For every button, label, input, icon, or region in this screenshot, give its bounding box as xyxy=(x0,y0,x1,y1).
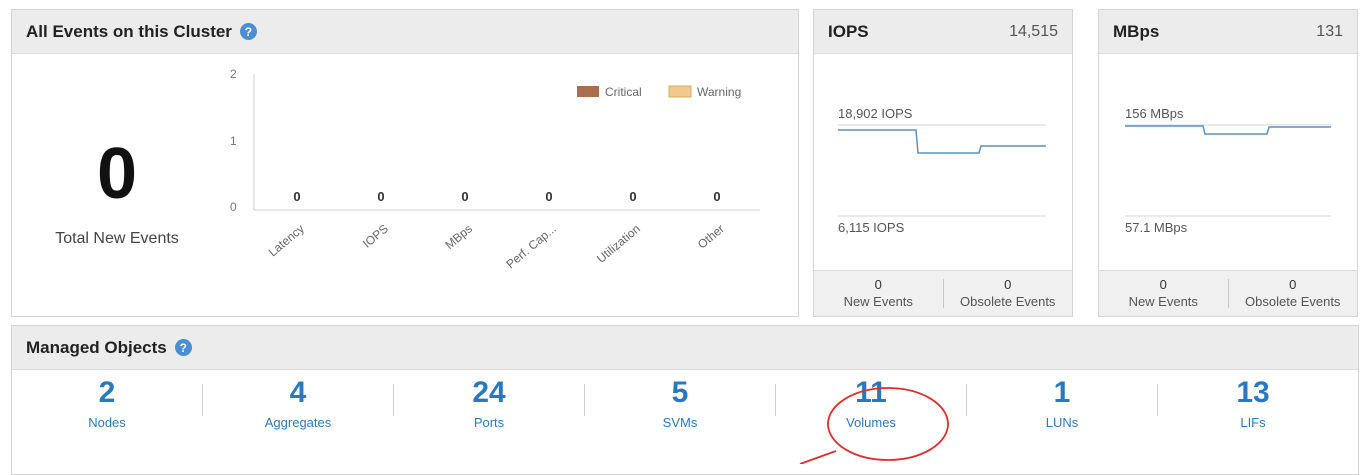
object-label: Nodes xyxy=(88,415,126,430)
category-value: 0 xyxy=(713,189,720,204)
mbps-upper-label: 156 MBps xyxy=(1125,106,1184,121)
iops-footer: 0 New Events 0 Obsolete Events xyxy=(814,270,1072,316)
managed-objects-title: Managed Objects xyxy=(26,337,167,357)
object-count: 11 xyxy=(855,376,887,409)
category-group: 0 Latency 0 IOPS 0 MBps 0 Perf. Cap... 0 Utilizat… xyxy=(266,189,727,271)
category-label: Utilization xyxy=(594,222,643,266)
category-value: 0 xyxy=(377,189,384,204)
managed-objects-panel: Managed Objects ? 2 Nodes 4 Aggregates 2… xyxy=(11,325,1359,475)
iops-panel: IOPS 14,515 18,902 IOPS 6,115 IOPS 0 New… xyxy=(813,9,1073,317)
mbps-new-events-count: 0 xyxy=(1159,276,1167,292)
category-label: Other xyxy=(695,222,727,252)
managed-objects-header: Managed Objects ? xyxy=(12,326,1358,370)
object-label: Volumes xyxy=(846,415,896,430)
y-tick-label: 1 xyxy=(230,134,237,148)
iops-upper-label: 18,902 IOPS xyxy=(838,106,913,121)
mbps-new-events[interactable]: 0 New Events xyxy=(1099,276,1229,309)
iops-sparkline xyxy=(838,129,1046,154)
mbps-sparkline xyxy=(1125,125,1331,135)
object-count: 13 xyxy=(1236,376,1270,409)
mbps-footer: 0 New Events 0 Obsolete Events xyxy=(1099,270,1357,316)
category-label: MBps xyxy=(442,222,475,252)
mbps-lower-label: 57.1 MBps xyxy=(1125,220,1188,235)
help-icon[interactable]: ? xyxy=(174,339,192,356)
object-label: SVMs xyxy=(662,415,698,430)
managed-object-nodes[interactable]: 2 Nodes xyxy=(12,376,202,430)
legend-swatch-critical xyxy=(577,86,599,97)
category-label: Perf. Cap... xyxy=(503,222,559,272)
iops-obsolete-events-count: 0 xyxy=(1004,276,1012,292)
managed-object-svms[interactable]: 5 SVMs xyxy=(585,376,775,430)
category-label: Latency xyxy=(266,222,307,260)
iops-header: IOPS 14,515 xyxy=(814,10,1072,54)
legend-label-critical: Critical xyxy=(605,85,642,99)
object-count: 5 xyxy=(671,376,689,409)
object-label: LIFs xyxy=(1240,415,1266,430)
mbps-header: MBps 131 xyxy=(1099,10,1357,54)
mbps-sparkline-chart: 156 MBps 57.1 MBps xyxy=(1125,106,1331,235)
iops-obsolete-events-label: Obsolete Events xyxy=(960,293,1056,309)
object-label: Ports xyxy=(473,415,505,430)
iops-title: IOPS xyxy=(828,21,869,41)
iops-lower-label: 6,115 IOPS xyxy=(838,220,905,235)
events-panel: All Events on this Cluster ? 0 Total New… xyxy=(11,9,799,317)
mbps-obsolete-events-label: Obsolete Events xyxy=(1245,293,1341,309)
mbps-value: 131 xyxy=(1316,22,1343,40)
managed-objects-row: 2 Nodes 4 Aggregates 24 Ports 5 SVMs 11 … xyxy=(12,376,1358,430)
mbps-obsolete-events-count: 0 xyxy=(1289,276,1297,292)
iops-new-events[interactable]: 0 New Events xyxy=(814,276,944,309)
category-value: 0 xyxy=(545,189,552,204)
object-label: LUNs xyxy=(1045,415,1079,430)
y-tick-label: 2 xyxy=(230,67,237,81)
managed-object-ports[interactable]: 24 Ports xyxy=(394,376,584,430)
iops-new-events-count: 0 xyxy=(874,276,882,292)
managed-object-aggregates[interactable]: 4 Aggregates xyxy=(203,376,393,430)
legend-label-warning: Warning xyxy=(697,85,741,99)
y-tick-label: 0 xyxy=(230,200,237,214)
object-label: Aggregates xyxy=(264,415,332,430)
legend-swatch-warning xyxy=(668,85,692,98)
iops-new-events-label: New Events xyxy=(843,293,913,309)
iops-obsolete-events[interactable]: 0 Obsolete Events xyxy=(944,271,1073,316)
managed-object-volumes[interactable]: 11 Volumes xyxy=(776,376,966,430)
mbps-obsolete-events[interactable]: 0 Obsolete Events xyxy=(1229,271,1358,316)
object-count: 2 xyxy=(98,376,116,409)
iops-value: 14,515 xyxy=(1009,22,1058,40)
category-value: 0 xyxy=(629,189,636,204)
category-label: IOPS xyxy=(360,222,391,251)
category-value: 0 xyxy=(293,189,300,204)
events-chart: 2 1 0 Critical Warning 0 Latency 0 IOPS 0 MBp… xyxy=(230,67,760,271)
mbps-new-events-label: New Events xyxy=(1128,293,1198,309)
iops-sparkline-chart: 18,902 IOPS 6,115 IOPS xyxy=(838,106,1046,235)
object-count: 4 xyxy=(289,376,307,409)
managed-object-luns[interactable]: 1 LUNs xyxy=(967,376,1157,430)
object-count: 24 xyxy=(472,376,506,409)
mbps-panel: MBps 131 156 MBps 57.1 MBps 0 New Events… xyxy=(1098,9,1358,317)
object-count: 1 xyxy=(1053,376,1071,409)
mbps-title: MBps xyxy=(1113,21,1160,41)
managed-object-lifs[interactable]: 13 LIFs xyxy=(1158,376,1348,430)
category-value: 0 xyxy=(461,189,468,204)
